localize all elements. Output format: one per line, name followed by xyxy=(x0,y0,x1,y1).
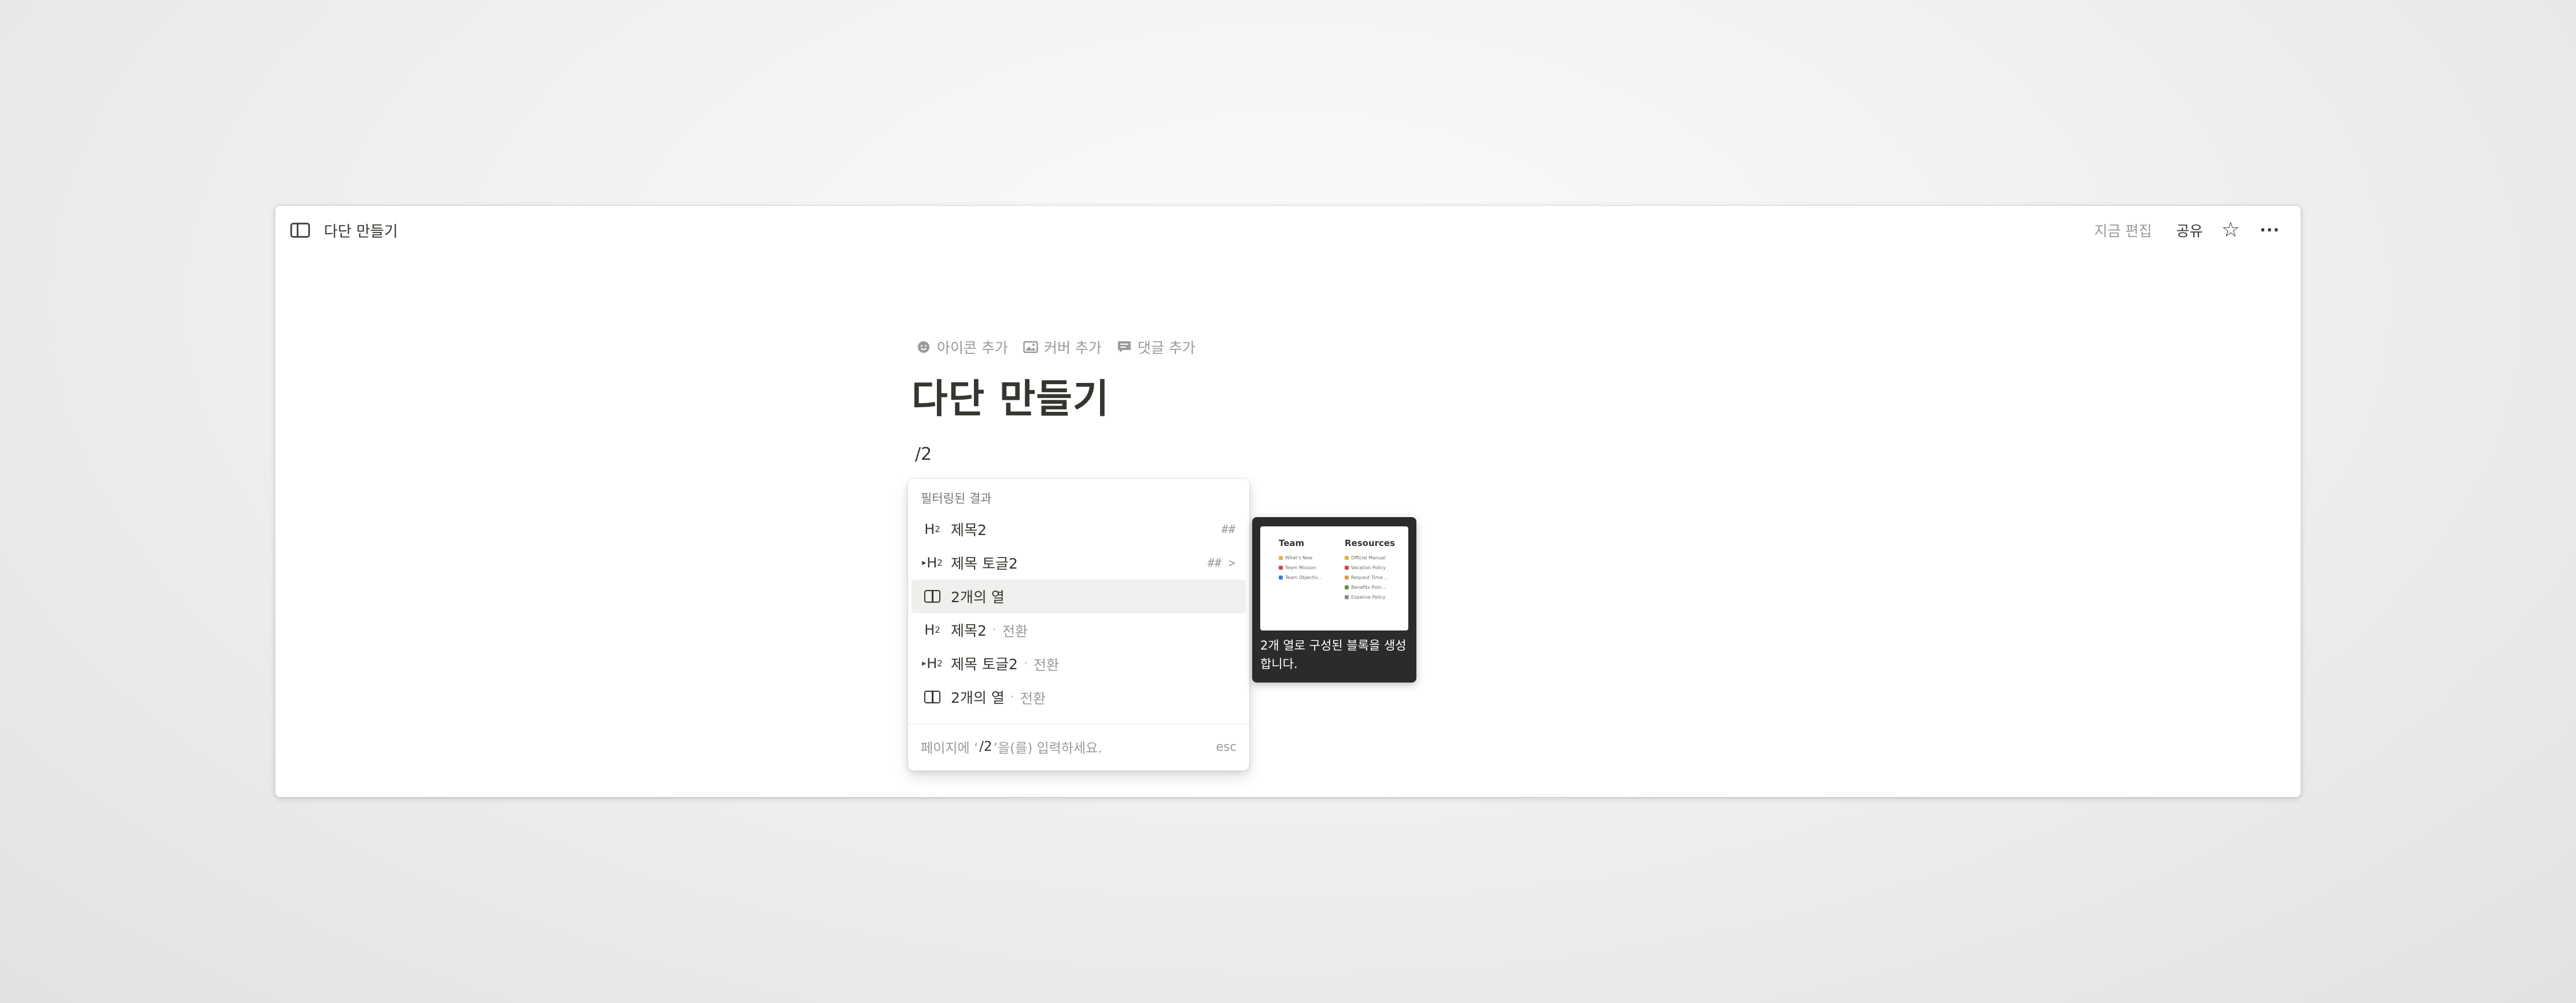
comment-icon xyxy=(1117,340,1132,355)
page-actions: 아이콘 추가 커버 추가 댓글 추가 xyxy=(916,337,1195,357)
preview-right-title: Resources xyxy=(1345,538,1396,548)
menu-item-turn-into-heading-2[interactable]: H2 제목2 · 전환 xyxy=(911,613,1246,647)
menu-item-label: 제목 토글2 xyxy=(951,555,1018,572)
preview-right-item: Benefits Polic... xyxy=(1345,582,1395,592)
preview-left-item: What's New xyxy=(1279,553,1322,563)
slash-command-menu: 필터링된 결과 H2 제목2 ## ▸ H 2 제목 토글2 ## > 2개의 열 … xyxy=(908,479,1249,770)
esc-hint[interactable]: esc xyxy=(1216,740,1237,754)
menu-item-turn-into-toggle-heading-2[interactable]: ▸ H 2 제목 토글2 · 전환 xyxy=(911,647,1246,680)
menu-item-label: 제목2 xyxy=(951,622,987,639)
heading-2-icon: H2 xyxy=(924,521,940,537)
separator-dot: · xyxy=(1010,689,1014,705)
menu-item-label: 2개의 열 xyxy=(951,689,1005,706)
menu-footer: 페이지에 ‘/2 ’을(를) 입력하세요. esc xyxy=(921,733,1237,760)
footer-prefix: 페이지에 ‘ xyxy=(921,741,979,756)
notion-window: 다단 만들기 지금 편집 공유 ☆ ··· 아이콘 추가 커버 추가 댓글 추가… xyxy=(275,206,2301,797)
share-button[interactable]: 공유 xyxy=(2176,220,2203,241)
separator-dot: · xyxy=(1023,656,1028,671)
menu-item-shortcut: ## > xyxy=(1207,556,1235,570)
menu-item-heading-2[interactable]: H2 제목2 ## xyxy=(911,512,1246,546)
add-comment-label: 댓글 추가 xyxy=(1137,340,1195,356)
add-cover-button[interactable]: 커버 추가 xyxy=(1023,337,1102,357)
preview-right-item: Request Time... xyxy=(1345,573,1395,582)
preview-right-item: Vacation Policy xyxy=(1345,563,1395,573)
edited-status: 지금 편집 xyxy=(2094,223,2152,239)
menu-item-suffix: 전환 xyxy=(1033,657,1060,673)
menu-item-shortcut: ## xyxy=(1221,522,1235,536)
slash-command-input[interactable]: /2 xyxy=(915,444,932,464)
preview-left-title: Team xyxy=(1279,538,1305,548)
preview-left-item: Team Objectiv... xyxy=(1279,573,1322,582)
sidebar-toggle-icon[interactable] xyxy=(290,223,310,238)
add-comment-button[interactable]: 댓글 추가 xyxy=(1117,337,1195,357)
preview-image: Team What's New Team Mission Team Object… xyxy=(1260,526,1408,630)
preview-description: 2개 열로 구성된 블록을 생성합니다. xyxy=(1260,639,1407,671)
add-cover-label: 커버 추가 xyxy=(1043,340,1102,356)
toggle-heading-2-icon: ▸ H 2 xyxy=(922,555,943,571)
footer-query: /2 xyxy=(979,739,992,754)
smiley-icon xyxy=(916,340,931,355)
favorite-star-icon[interactable]: ☆ xyxy=(2221,220,2240,241)
menu-item-suffix: 전환 xyxy=(1002,623,1028,640)
menu-item-turn-into-2-columns[interactable]: 2개의 열 · 전환 xyxy=(911,680,1246,714)
page-title[interactable]: 다단 만들기 xyxy=(911,367,1109,424)
menu-item-2-columns[interactable]: 2개의 열 xyxy=(911,580,1246,613)
preview-right-item: Expense Policy xyxy=(1345,592,1395,602)
preview-right-column: Resources Official Manual Vacation Polic… xyxy=(1345,538,1395,602)
add-icon-button[interactable]: 아이콘 추가 xyxy=(916,337,1008,357)
separator-dot: · xyxy=(992,622,997,637)
breadcrumb[interactable]: 다단 만들기 xyxy=(324,220,398,241)
menu-item-toggle-heading-2[interactable]: ▸ H 2 제목 토글2 ## > xyxy=(911,546,1246,580)
preview-left-item: Team Mission xyxy=(1279,563,1322,573)
preview-right-item: Official Manual xyxy=(1345,553,1395,563)
menu-item-label: 제목 토글2 xyxy=(951,656,1018,673)
menu-items: H2 제목2 ## ▸ H 2 제목 토글2 ## > 2개의 열 H2 제목2 ·… xyxy=(911,512,1246,714)
image-icon xyxy=(1023,340,1038,355)
heading-2-icon: H2 xyxy=(924,622,940,638)
menu-item-label: 제목2 xyxy=(951,522,987,539)
preview-left-column: Team What's New Team Mission Team Object… xyxy=(1279,538,1322,582)
footer-suffix: ’을(를) 입력하세요. xyxy=(993,741,1102,756)
block-preview-tooltip: Team What's New Team Mission Team Object… xyxy=(1252,517,1416,683)
add-icon-label: 아이콘 추가 xyxy=(937,340,1008,356)
more-options-icon[interactable]: ··· xyxy=(2260,222,2280,238)
toggle-heading-2-icon: ▸ H 2 xyxy=(922,655,943,672)
menu-item-suffix: 전환 xyxy=(1020,690,1046,707)
columns-icon xyxy=(922,688,943,706)
columns-icon xyxy=(922,588,943,605)
topbar-right: 지금 편집 공유 ☆ ··· xyxy=(2094,217,2280,243)
menu-header: 필터링된 결과 xyxy=(921,492,992,506)
topbar-left: 다단 만들기 xyxy=(290,217,398,243)
menu-item-label: 2개의 열 xyxy=(951,589,1005,606)
